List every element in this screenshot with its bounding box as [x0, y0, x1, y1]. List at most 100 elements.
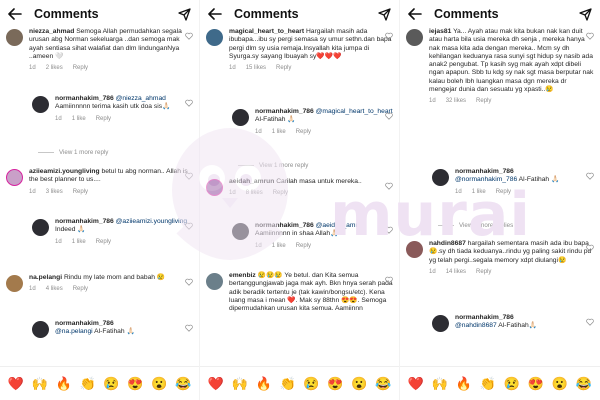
avatar[interactable]: [6, 275, 23, 292]
comment-username[interactable]: normanhakim_786: [55, 95, 114, 102]
comment-likes[interactable]: 32 likes: [446, 98, 466, 104]
comment-username[interactable]: normanhakim_786: [255, 108, 314, 115]
like-heart-icon[interactable]: [586, 32, 594, 40]
comment-likes[interactable]: 1 like: [272, 243, 286, 249]
avatar[interactable]: [6, 29, 23, 46]
like-heart-icon[interactable]: [185, 99, 193, 107]
comment-likes[interactable]: 15 likes: [246, 65, 266, 71]
emoji-surprised-icon[interactable]: 😮: [551, 376, 569, 391]
mention-link[interactable]: @normanhakim_786: [455, 176, 517, 183]
reply-button[interactable]: Reply: [73, 189, 88, 195]
emoji-fire-icon[interactable]: 🔥: [455, 376, 473, 391]
comment-likes[interactable]: 1 like: [272, 129, 286, 135]
emoji-fire-icon[interactable]: 🔥: [255, 376, 273, 391]
emoji-crying-icon[interactable]: 😢: [503, 376, 521, 391]
send-icon[interactable]: [576, 5, 594, 23]
emoji-heart-eyes-icon[interactable]: 😍: [527, 376, 545, 391]
comment-likes[interactable]: 1 like: [472, 189, 486, 195]
comment-username[interactable]: emenbiz: [229, 272, 256, 279]
emoji-laughing-icon[interactable]: 😂: [174, 376, 192, 391]
like-heart-icon[interactable]: [586, 172, 594, 180]
mention-link[interactable]: @magical_heart_to_heart: [316, 108, 393, 115]
mention-link[interactable]: @aziieamizi.youngliving: [116, 218, 187, 225]
avatar[interactable]: [32, 321, 49, 338]
reply-button[interactable]: Reply: [273, 190, 288, 196]
avatar[interactable]: [406, 29, 423, 46]
reply-button[interactable]: Reply: [96, 239, 111, 245]
mention-link[interactable]: @aeidah_amrun: [316, 222, 366, 229]
comment-username[interactable]: normanhakim_786: [455, 314, 514, 321]
comment-likes[interactable]: 1 like: [72, 239, 86, 245]
avatar[interactable]: [32, 219, 49, 236]
mention-link[interactable]: @nahdin8687: [455, 322, 497, 329]
view-more-replies[interactable]: View 1 more reply: [38, 149, 108, 156]
reply-button[interactable]: Reply: [96, 116, 111, 122]
avatar[interactable]: [232, 223, 249, 240]
emoji-heart-eyes-icon[interactable]: 😍: [126, 376, 144, 391]
like-heart-icon[interactable]: [185, 324, 193, 332]
emoji-crying-icon[interactable]: 😢: [102, 376, 120, 391]
avatar[interactable]: [206, 179, 223, 196]
comment-list[interactable]: niezza_ahmad Semoga Allah permudahkan se…: [0, 28, 199, 366]
send-icon[interactable]: [375, 5, 393, 23]
like-heart-icon[interactable]: [385, 226, 393, 234]
comment-likes[interactable]: 8 likes: [246, 190, 263, 196]
reply-button[interactable]: Reply: [296, 129, 311, 135]
avatar[interactable]: [206, 29, 223, 46]
back-arrow-icon[interactable]: [6, 5, 24, 23]
view-more-replies[interactable]: View 5 more replies: [438, 222, 513, 229]
avatar[interactable]: [432, 169, 449, 186]
reply-button[interactable]: Reply: [496, 189, 511, 195]
comment-username[interactable]: aziieamizi.youngliving: [29, 168, 100, 175]
comment-username[interactable]: aeidah_amrun: [229, 178, 274, 185]
comment-likes[interactable]: 3 likes: [46, 189, 63, 195]
like-heart-icon[interactable]: [385, 182, 393, 190]
reply-button[interactable]: Reply: [73, 286, 88, 292]
like-heart-icon[interactable]: [586, 244, 594, 252]
emoji-clap-icon[interactable]: 👏: [479, 376, 497, 391]
avatar[interactable]: [6, 169, 23, 186]
avatar[interactable]: [406, 241, 423, 258]
reply-button[interactable]: Reply: [476, 269, 491, 275]
comment-likes[interactable]: 2 likes: [46, 65, 63, 71]
reply-button[interactable]: Reply: [476, 98, 491, 104]
view-more-replies[interactable]: View 1 more reply: [238, 162, 308, 169]
avatar[interactable]: [32, 96, 49, 113]
avatar[interactable]: [206, 273, 223, 290]
emoji-raised-hands-icon[interactable]: 🙌: [31, 376, 49, 391]
emoji-clap-icon[interactable]: 👏: [279, 376, 297, 391]
avatar[interactable]: [232, 109, 249, 126]
comment-username[interactable]: niezza_ahmad: [29, 28, 74, 35]
emoji-heart-eyes-icon[interactable]: 😍: [326, 376, 344, 391]
comment-username[interactable]: iejas81: [429, 28, 451, 35]
comment-username[interactable]: normanhakim_786: [455, 168, 514, 175]
comment-likes[interactable]: 14 likes: [446, 269, 466, 275]
back-arrow-icon[interactable]: [406, 5, 424, 23]
emoji-fire-icon[interactable]: 🔥: [55, 376, 73, 391]
like-heart-icon[interactable]: [385, 32, 393, 40]
comment-likes[interactable]: 4 likes: [46, 286, 63, 292]
emoji-heart-icon[interactable]: ❤️: [7, 376, 25, 391]
comment-username[interactable]: na.pelangi: [29, 274, 62, 281]
comment-username[interactable]: normanhakim_786: [55, 320, 114, 327]
comment-username[interactable]: magical_heart_to_heart: [229, 28, 304, 35]
comment-username[interactable]: nahdin8687: [429, 240, 466, 247]
avatar[interactable]: [432, 315, 449, 332]
comment-likes[interactable]: 1 like: [72, 116, 86, 122]
emoji-raised-hands-icon[interactable]: 🙌: [431, 376, 449, 391]
comment-list[interactable]: magical_heart_to_heart Hargailah masih a…: [200, 28, 399, 366]
emoji-surprised-icon[interactable]: 😮: [350, 376, 368, 391]
mention-link[interactable]: @na.pelangi: [55, 328, 93, 335]
emoji-laughing-icon[interactable]: 😂: [374, 376, 392, 391]
send-icon[interactable]: [175, 5, 193, 23]
like-heart-icon[interactable]: [385, 112, 393, 120]
emoji-surprised-icon[interactable]: 😮: [150, 376, 168, 391]
like-heart-icon[interactable]: [185, 32, 193, 40]
emoji-raised-hands-icon[interactable]: 🙌: [231, 376, 249, 391]
comment-list[interactable]: iejas81 Ya... Ayah atau mak kita bukan n…: [400, 28, 600, 366]
emoji-laughing-icon[interactable]: 😂: [575, 376, 593, 391]
back-arrow-icon[interactable]: [206, 5, 224, 23]
reply-button[interactable]: Reply: [276, 65, 291, 71]
like-heart-icon[interactable]: [385, 276, 393, 284]
like-heart-icon[interactable]: [586, 318, 594, 326]
